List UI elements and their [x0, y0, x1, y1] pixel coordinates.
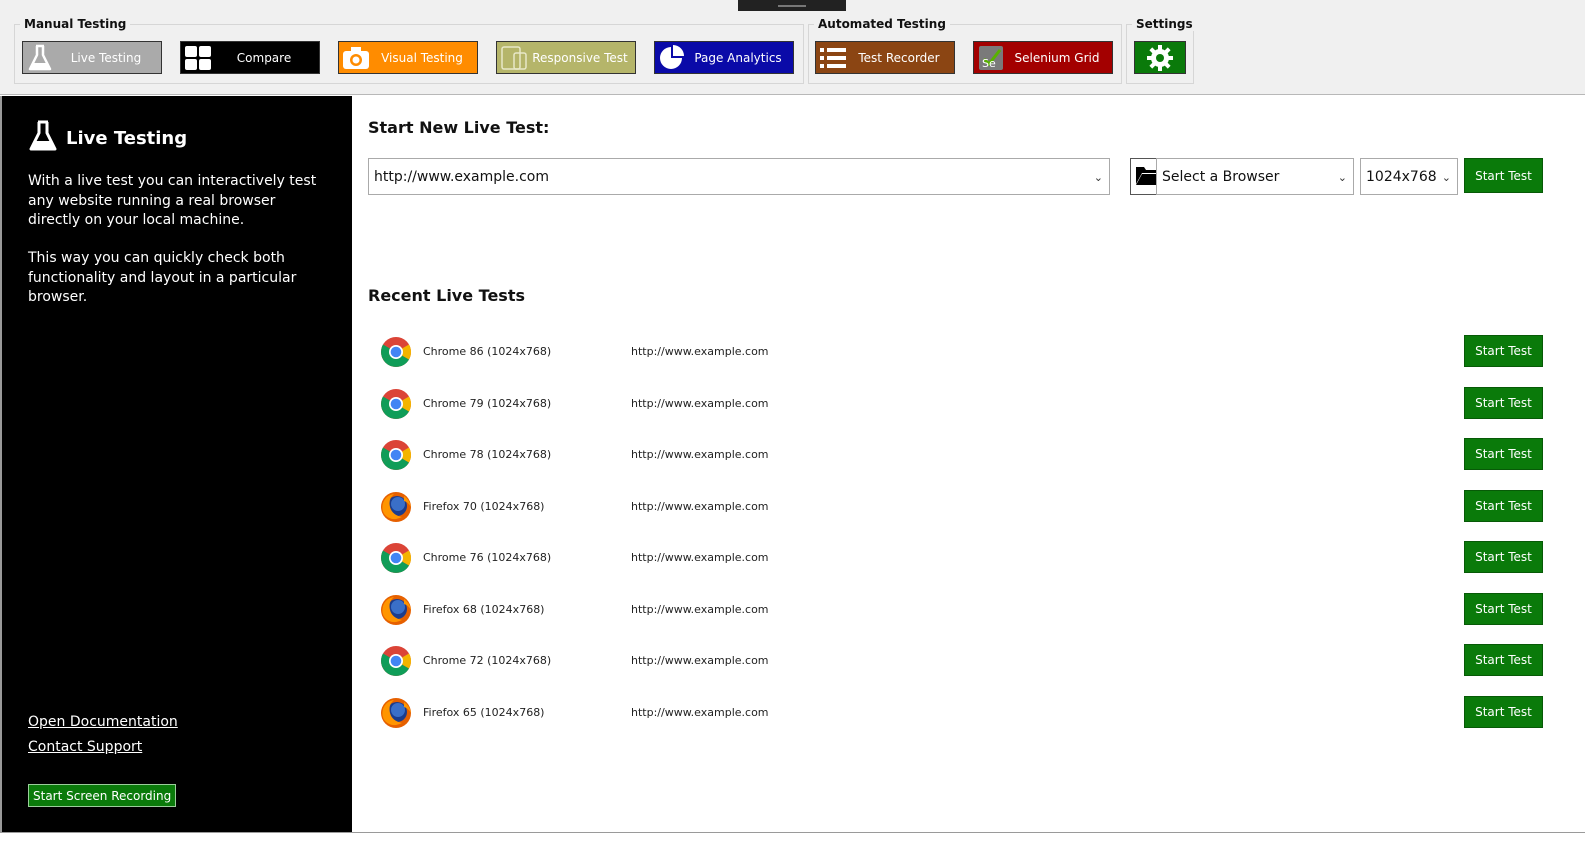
selenium-grid-button[interactable]: Se Selenium Grid: [973, 41, 1113, 74]
recent-test-browser: Firefox 65 (1024x768): [423, 705, 545, 719]
window-drag-handle[interactable]: [738, 0, 846, 11]
recent-test-url: http://www.example.com: [631, 551, 769, 564]
recent-start-test-button[interactable]: Start Test: [1464, 386, 1543, 419]
automated-testing-group-title: Automated Testing: [814, 17, 950, 31]
chrome-icon: [380, 645, 412, 677]
recent-test-row: Chrome 78 (1024x768) http://www.example.…: [372, 435, 1543, 475]
sidebar: Live Testing With a live test you can in…: [2, 96, 352, 832]
sidebar-title: Live Testing: [28, 120, 187, 157]
resolution-select[interactable]: 1024x768 ⌄: [1360, 158, 1458, 195]
recent-test-row: Chrome 72 (1024x768) http://www.example.…: [372, 641, 1543, 681]
firefox-icon: [380, 491, 412, 523]
recent-test-row: Firefox 65 (1024x768) http://www.example…: [372, 693, 1543, 733]
recent-test-browser: Firefox 68 (1024x768): [423, 602, 545, 616]
recent-test-row: Chrome 86 (1024x768) http://www.example.…: [372, 332, 1543, 372]
pie-chart-icon: [655, 42, 689, 73]
ribbon-toolbar: Manual Testing Automated Testing Setting…: [0, 0, 1585, 95]
recent-start-test-button[interactable]: Start Test: [1464, 644, 1543, 676]
recent-test-row: Firefox 68 (1024x768) http://www.example…: [372, 590, 1543, 630]
browser-select-value: Select a Browser: [1162, 168, 1280, 185]
flask-icon: [28, 120, 58, 157]
main-content: Start New Live Test: http://www.example.…: [352, 96, 1585, 832]
chevron-down-icon[interactable]: ⌄: [1094, 171, 1103, 184]
chevron-down-icon[interactable]: ⌄: [1338, 171, 1347, 184]
flask-icon: [23, 42, 57, 73]
recent-test-row: Chrome 76 (1024x768) http://www.example.…: [372, 538, 1543, 578]
url-value: http://www.example.com: [374, 168, 550, 185]
new-test-heading: Start New Live Test:: [368, 118, 550, 137]
svg-text:Se: Se: [982, 57, 996, 70]
devices-icon: [497, 42, 531, 73]
responsive-test-label: Responsive Test: [532, 50, 628, 65]
contact-support-link[interactable]: Contact Support: [28, 739, 142, 755]
chrome-icon: [380, 439, 412, 471]
firefox-icon: [380, 697, 412, 729]
recent-test-browser: Firefox 70 (1024x768): [423, 499, 545, 513]
compare-label: Compare: [236, 50, 292, 65]
recent-test-url: http://www.example.com: [631, 345, 769, 358]
resolution-select-value: 1024x768: [1366, 168, 1437, 185]
recent-test-browser: Chrome 76 (1024x768): [423, 551, 552, 564]
recent-start-test-button[interactable]: Start Test: [1464, 695, 1543, 728]
recent-start-test-button[interactable]: Start Test: [1464, 541, 1543, 573]
recent-test-url: http://www.example.com: [631, 602, 769, 616]
recent-start-test-button[interactable]: Start Test: [1464, 438, 1543, 470]
sidebar-description-2: This way you can quickly check both func…: [28, 250, 297, 305]
sidebar-title-text: Live Testing: [66, 128, 188, 149]
selenium-icon: Se: [974, 42, 1008, 73]
recent-test-url: http://www.example.com: [631, 448, 769, 461]
open-documentation-link[interactable]: Open Documentation: [28, 714, 178, 730]
camera-icon: [339, 42, 373, 73]
status-divider: [0, 832, 1585, 833]
page-analytics-button[interactable]: Page Analytics: [654, 41, 794, 74]
url-combobox[interactable]: http://www.example.com ⌄: [368, 158, 1110, 195]
list-icon: [816, 42, 850, 73]
recent-test-url: http://www.example.com: [631, 654, 769, 667]
compare-button[interactable]: Compare: [180, 41, 320, 74]
chrome-icon: [380, 542, 412, 574]
live-testing-label: Live Testing: [70, 50, 142, 65]
manual-testing-group-title: Manual Testing: [20, 17, 131, 31]
recent-test-url: http://www.example.com: [631, 705, 769, 719]
responsive-test-button[interactable]: Responsive Test: [496, 41, 636, 74]
visual-testing-button[interactable]: Visual Testing: [338, 41, 478, 74]
recent-start-test-button[interactable]: Start Test: [1464, 592, 1543, 625]
test-recorder-button[interactable]: Test Recorder: [815, 41, 955, 74]
recent-test-browser: Chrome 79 (1024x768): [423, 396, 552, 410]
page-analytics-label: Page Analytics: [694, 50, 782, 65]
chevron-down-icon[interactable]: ⌄: [1442, 171, 1451, 184]
grid-icon: [181, 42, 215, 73]
recent-start-test-button[interactable]: Start Test: [1464, 489, 1543, 522]
selenium-grid-label: Selenium Grid: [1014, 50, 1100, 65]
settings-group-title: Settings: [1132, 17, 1197, 31]
recent-test-row: Firefox 70 (1024x768) http://www.example…: [372, 487, 1543, 527]
recent-start-test-button[interactable]: Start Test: [1464, 335, 1543, 367]
settings-button[interactable]: [1134, 41, 1186, 74]
recent-tests-heading: Recent Live Tests: [368, 286, 525, 305]
browser-select[interactable]: Select a Browser ⌄: [1156, 158, 1354, 195]
test-recorder-label: Test Recorder: [858, 50, 940, 65]
visual-testing-label: Visual Testing: [381, 50, 463, 65]
recent-test-row: Chrome 79 (1024x768) http://www.example.…: [372, 384, 1543, 424]
chrome-icon: [380, 388, 412, 420]
gear-icon: [1143, 42, 1177, 73]
firefox-icon: [380, 594, 412, 626]
recent-test-url: http://www.example.com: [631, 396, 769, 410]
start-screen-recording-button[interactable]: Start Screen Recording: [28, 784, 177, 807]
recent-test-browser: Chrome 86 (1024x768): [423, 345, 552, 358]
sidebar-description: With a live test you can interactively t…: [28, 173, 317, 228]
recent-test-browser: Chrome 72 (1024x768): [423, 654, 552, 667]
live-testing-button[interactable]: Live Testing: [22, 41, 162, 74]
start-test-button[interactable]: Start Test: [1464, 158, 1543, 193]
recent-test-url: http://www.example.com: [631, 499, 769, 513]
recent-test-browser: Chrome 78 (1024x768): [423, 448, 552, 461]
chrome-icon: [380, 336, 412, 368]
